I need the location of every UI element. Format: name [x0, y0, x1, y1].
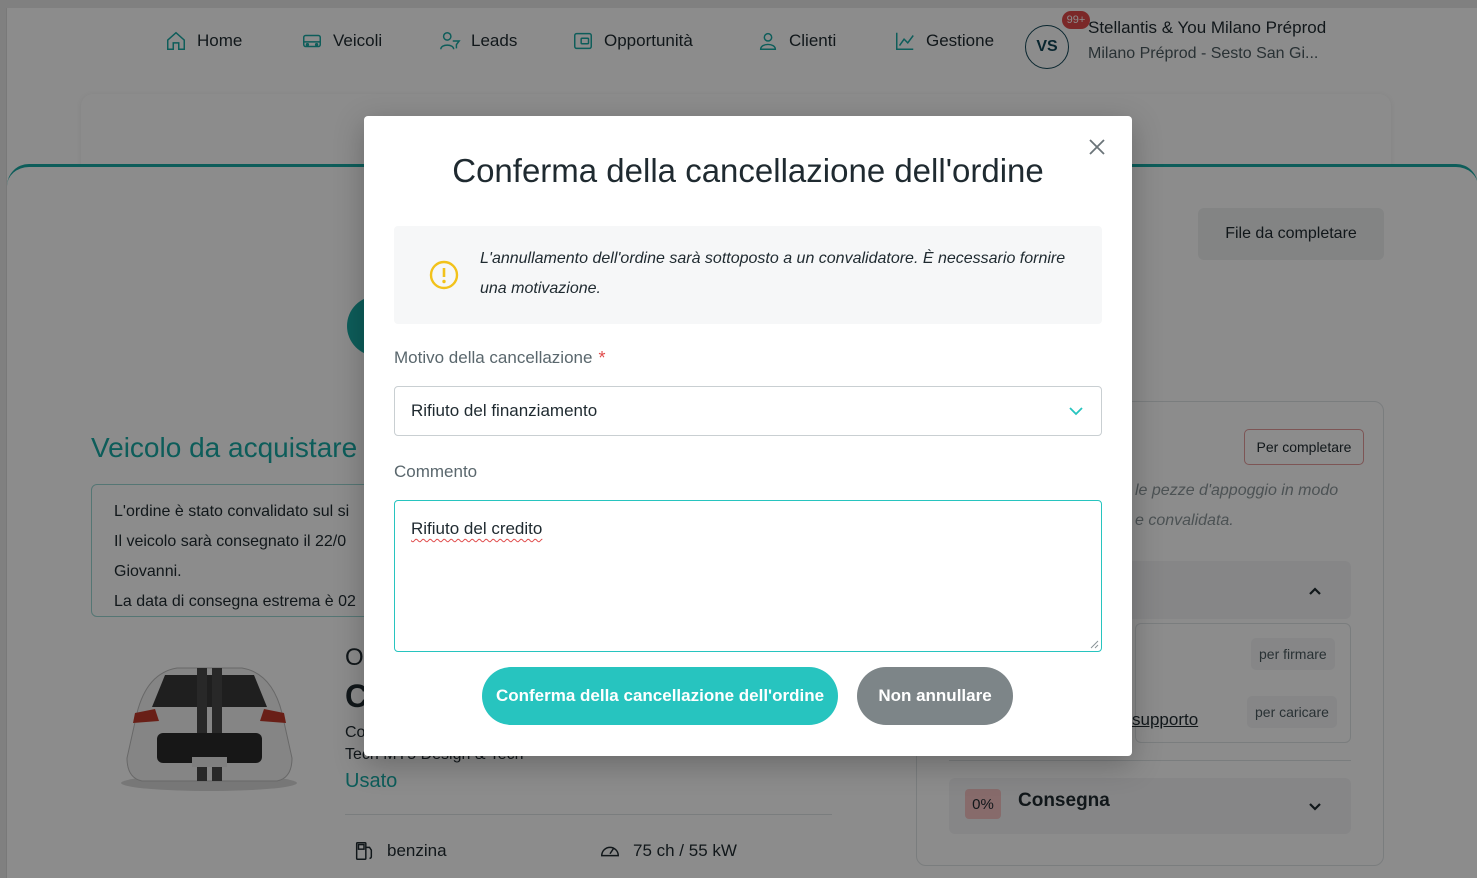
required-mark: *: [598, 348, 606, 368]
confirm-cancellation-button[interactable]: Conferma della cancellazione dell'ordine: [482, 667, 838, 725]
reason-label: Motivo della cancellazione *: [394, 348, 605, 369]
dialog-title: Conferma della cancellazione dell'ordine: [452, 152, 1044, 189]
comment-textarea[interactable]: Rifiuto del credito: [394, 500, 1102, 652]
reason-label-text: Motivo della cancellazione: [394, 348, 593, 367]
warning-box: L'annullamento dell'ordine sarà sottopos…: [394, 226, 1102, 324]
warning-text: L'annullamento dell'ordine sarà sottopos…: [480, 250, 1066, 297]
reason-select[interactable]: Rifiuto del finanziamento: [394, 386, 1102, 436]
reason-select-value: Rifiuto del finanziamento: [411, 401, 598, 420]
chevron-down-icon: [1069, 407, 1083, 416]
cancel-order-dialog: Conferma della cancellazione dell'ordine…: [364, 116, 1132, 756]
resize-handle-icon[interactable]: [1089, 639, 1099, 649]
warning-icon: [429, 260, 459, 290]
comment-text: Rifiuto del credito: [411, 519, 543, 538]
do-not-cancel-button[interactable]: Non annullare: [857, 667, 1013, 725]
comment-label: Commento: [394, 462, 478, 481]
